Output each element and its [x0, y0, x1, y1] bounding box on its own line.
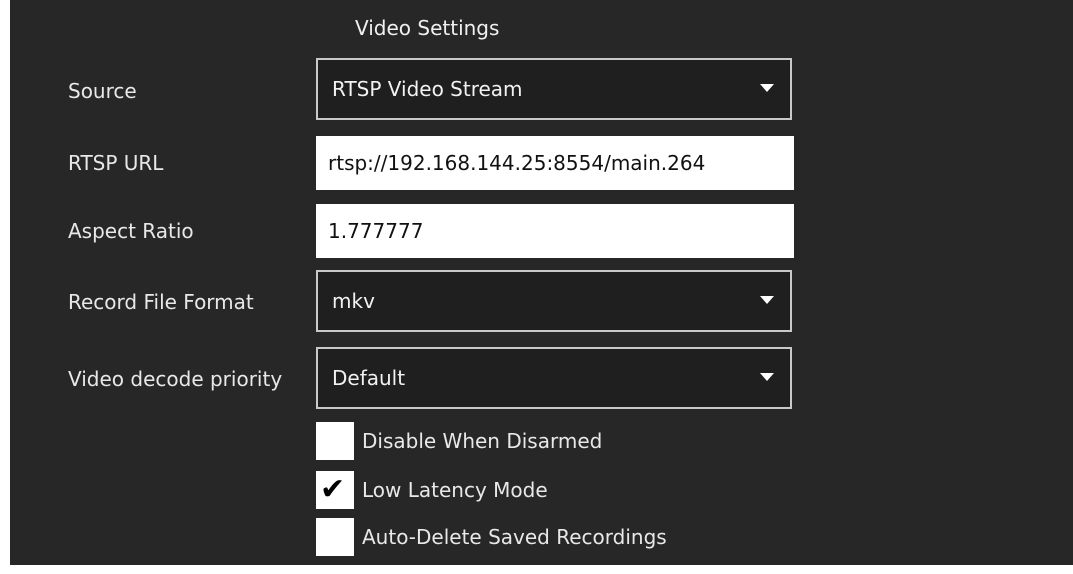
record-format-label: Record File Format: [68, 290, 254, 314]
auto-delete-checkbox-row[interactable]: Auto-Delete Saved Recordings: [316, 518, 667, 556]
disable-when-disarmed-checkbox[interactable]: [316, 422, 354, 460]
auto-delete-checkbox[interactable]: [316, 518, 354, 556]
decode-priority-value: Default: [332, 366, 406, 390]
rtsp-url-input[interactable]: [316, 136, 794, 190]
record-format-value: mkv: [332, 289, 375, 313]
aspect-ratio-input[interactable]: [316, 204, 794, 258]
disable-when-disarmed-checkbox-row[interactable]: Disable When Disarmed: [316, 422, 602, 460]
caret-down-icon: [760, 84, 774, 92]
auto-delete-label: Auto-Delete Saved Recordings: [362, 525, 667, 549]
aspect-ratio-label: Aspect Ratio: [68, 219, 194, 243]
record-format-dropdown[interactable]: mkv: [316, 270, 792, 332]
disable-when-disarmed-label: Disable When Disarmed: [362, 429, 603, 453]
caret-down-icon: [760, 373, 774, 381]
decode-priority-dropdown[interactable]: Default: [316, 347, 792, 409]
rtsp-url-label: RTSP URL: [68, 151, 164, 175]
decode-priority-label: Video decode priority: [68, 367, 283, 391]
source-dropdown[interactable]: RTSP Video Stream: [316, 58, 792, 120]
low-latency-checkbox-row[interactable]: ✔ Low Latency Mode: [316, 471, 548, 509]
low-latency-label: Low Latency Mode: [362, 478, 548, 502]
low-latency-checkbox[interactable]: ✔: [316, 471, 354, 509]
source-value: RTSP Video Stream: [332, 77, 523, 101]
caret-down-icon: [760, 296, 774, 304]
checkmark-icon: ✔: [320, 472, 346, 507]
section-title: Video Settings: [355, 16, 500, 40]
video-settings-panel: Video Settings Source RTSP Video Stream …: [10, 0, 1073, 565]
source-label: Source: [68, 79, 137, 103]
